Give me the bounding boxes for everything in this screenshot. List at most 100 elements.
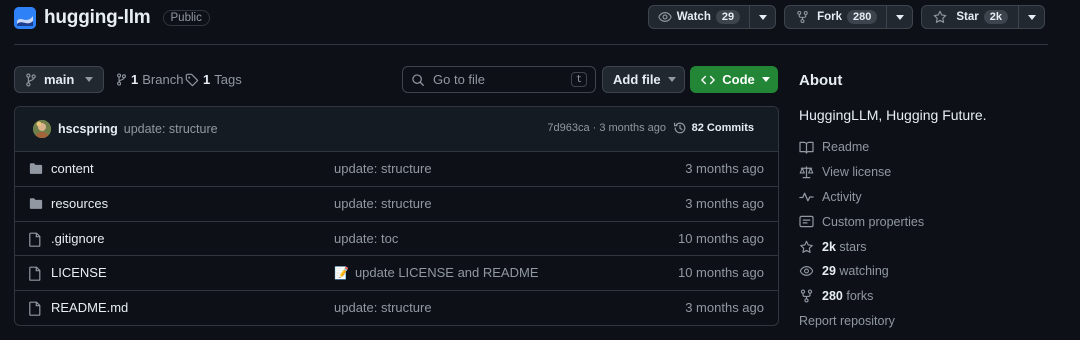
repo-avatar-icon[interactable]	[14, 7, 36, 29]
file-icon	[29, 266, 41, 282]
file-row[interactable]: README.md update: structure 3 months ago	[15, 291, 778, 325]
fork-dropdown-button[interactable]	[886, 6, 912, 28]
triangle-down-icon	[1027, 14, 1036, 20]
star-dropdown-button[interactable]	[1018, 6, 1044, 28]
fork-button[interactable]: Fork 280	[785, 6, 886, 28]
file-row[interactable]: LICENSE 📝 update LICENSE and README 10 m…	[15, 256, 778, 292]
note-icon	[799, 216, 814, 228]
forks-count: 280	[822, 289, 843, 304]
triangle-down-icon	[668, 77, 676, 82]
file-name-link[interactable]: content	[51, 161, 94, 176]
star-button-group: Star 2k	[921, 5, 1045, 29]
law-icon	[799, 166, 814, 179]
forks-link[interactable]: 280 forks	[799, 284, 1069, 309]
file-updated-date: 10 months ago	[677, 265, 764, 281]
commit-author-link[interactable]: hscspring	[58, 122, 118, 136]
triangle-down-icon	[758, 14, 767, 20]
watching-label: watching	[839, 264, 889, 279]
add-file-label: Add file	[613, 72, 661, 87]
branches-count: 1	[131, 72, 139, 87]
file-commit-message-link[interactable]: update: structure	[334, 161, 432, 176]
star-icon	[800, 240, 813, 253]
repo-header: hugging-llm Public	[14, 6, 210, 30]
folder-icon	[29, 198, 43, 209]
custom-properties-link[interactable]: Custom properties	[799, 209, 1069, 234]
file-name-link[interactable]: LICENSE	[51, 265, 107, 280]
license-link[interactable]: View license	[799, 160, 1069, 185]
branch-name: main	[44, 72, 75, 87]
commit-message-link[interactable]: update: structure	[124, 122, 218, 136]
about-heading: About	[799, 72, 843, 89]
readme-label: Readme	[822, 140, 870, 155]
watch-count: 29	[715, 10, 741, 24]
triangle-down-icon	[762, 77, 770, 82]
forks-label: forks	[846, 289, 874, 304]
star-label: Star	[956, 11, 979, 23]
activity-label: Activity	[822, 189, 862, 204]
watch-dropdown-button[interactable]	[749, 6, 775, 28]
file-commit-message-link[interactable]: update: structure	[334, 300, 432, 315]
branch-select-button[interactable]: main	[14, 66, 104, 93]
watch-button[interactable]: Watch 29	[649, 6, 749, 28]
author-avatar[interactable]	[33, 120, 51, 138]
stars-link[interactable]: 2k stars	[799, 234, 1069, 259]
commits-count: 82 Commits	[691, 122, 754, 134]
go-to-file-search[interactable]: t	[402, 66, 596, 93]
file-commit-message-text: update: structure	[334, 195, 432, 211]
file-commit-message-link[interactable]: update: structure	[334, 196, 432, 211]
branches-label: Branch	[142, 72, 184, 87]
code-button[interactable]: Code	[690, 66, 778, 93]
eye-icon	[658, 12, 672, 22]
eye-icon	[799, 266, 814, 277]
file-commit-message-text: update: toc	[334, 230, 399, 246]
file-name-link[interactable]: README.md	[51, 300, 128, 315]
triangle-down-icon	[895, 14, 904, 20]
star-button[interactable]: Star 2k	[922, 6, 1018, 28]
fork-icon	[800, 289, 813, 303]
file-name-link[interactable]: resources	[51, 196, 108, 211]
file-row[interactable]: resources update: structure 3 months ago	[15, 187, 778, 222]
star-icon	[934, 10, 947, 23]
file-row[interactable]: .gitignore update: toc 10 months ago	[15, 222, 778, 257]
shortcut-key: t	[570, 72, 587, 87]
add-file-button[interactable]: Add file	[602, 66, 685, 93]
fork-label: Fork	[817, 11, 843, 23]
file-updated-date: 3 months ago	[685, 161, 764, 176]
file-updated-date: 3 months ago	[685, 195, 764, 211]
tags-link[interactable]: 1 Tags	[185, 66, 242, 93]
watching-count: 29	[822, 264, 836, 279]
go-to-file-input[interactable]	[433, 72, 563, 87]
file-commit-message-text: update LICENSE and README	[354, 265, 539, 281]
file-updated-date: 10 months ago	[677, 230, 764, 246]
triangle-down-icon	[85, 77, 93, 82]
report-repository-link[interactable]: Report repository	[799, 309, 1069, 334]
activity-link[interactable]: Activity	[799, 185, 1069, 210]
tags-count: 1	[203, 72, 211, 87]
readme-link[interactable]: Readme	[799, 135, 1069, 160]
file-row[interactable]: content update: structure 3 months ago	[15, 152, 778, 187]
branches-link[interactable]: 1 Branch	[116, 66, 183, 93]
custom-properties-label: Custom properties	[822, 214, 925, 229]
file-commit-message-link[interactable]: update: toc	[334, 231, 398, 246]
file-commit-message-link[interactable]: 📝 update LICENSE and README	[334, 265, 539, 280]
file-icon	[29, 232, 41, 247]
memo-emoji-icon: 📝	[334, 265, 349, 280]
latest-commit-bar: hscspring update: structure 7d963ca · 3 …	[15, 107, 778, 152]
file-name-link[interactable]: .gitignore	[51, 231, 104, 246]
tags-label: Tags	[214, 72, 242, 87]
book-icon	[799, 141, 814, 154]
commits-history-link[interactable]: 82 Commits	[673, 121, 754, 135]
visibility-badge: Public	[162, 10, 210, 26]
file-updated-date: 3 months ago	[685, 300, 764, 316]
stars-label: stars	[839, 239, 867, 254]
repo-name-link[interactable]: hugging-llm	[44, 7, 151, 29]
about-links: Readme View license Activity Custom prop…	[799, 135, 1069, 333]
commit-meta[interactable]: 7d963ca · 3 months ago	[547, 122, 666, 134]
watch-button-group: Watch 29	[647, 5, 777, 29]
file-browser: hscspring update: structure 7d963ca · 3 …	[14, 106, 779, 326]
git-branch-icon	[117, 73, 126, 86]
code-label: Code	[722, 72, 755, 87]
search-icon	[412, 73, 424, 86]
folder-icon	[29, 163, 43, 174]
watchers-link[interactable]: 29 watching	[799, 259, 1069, 284]
